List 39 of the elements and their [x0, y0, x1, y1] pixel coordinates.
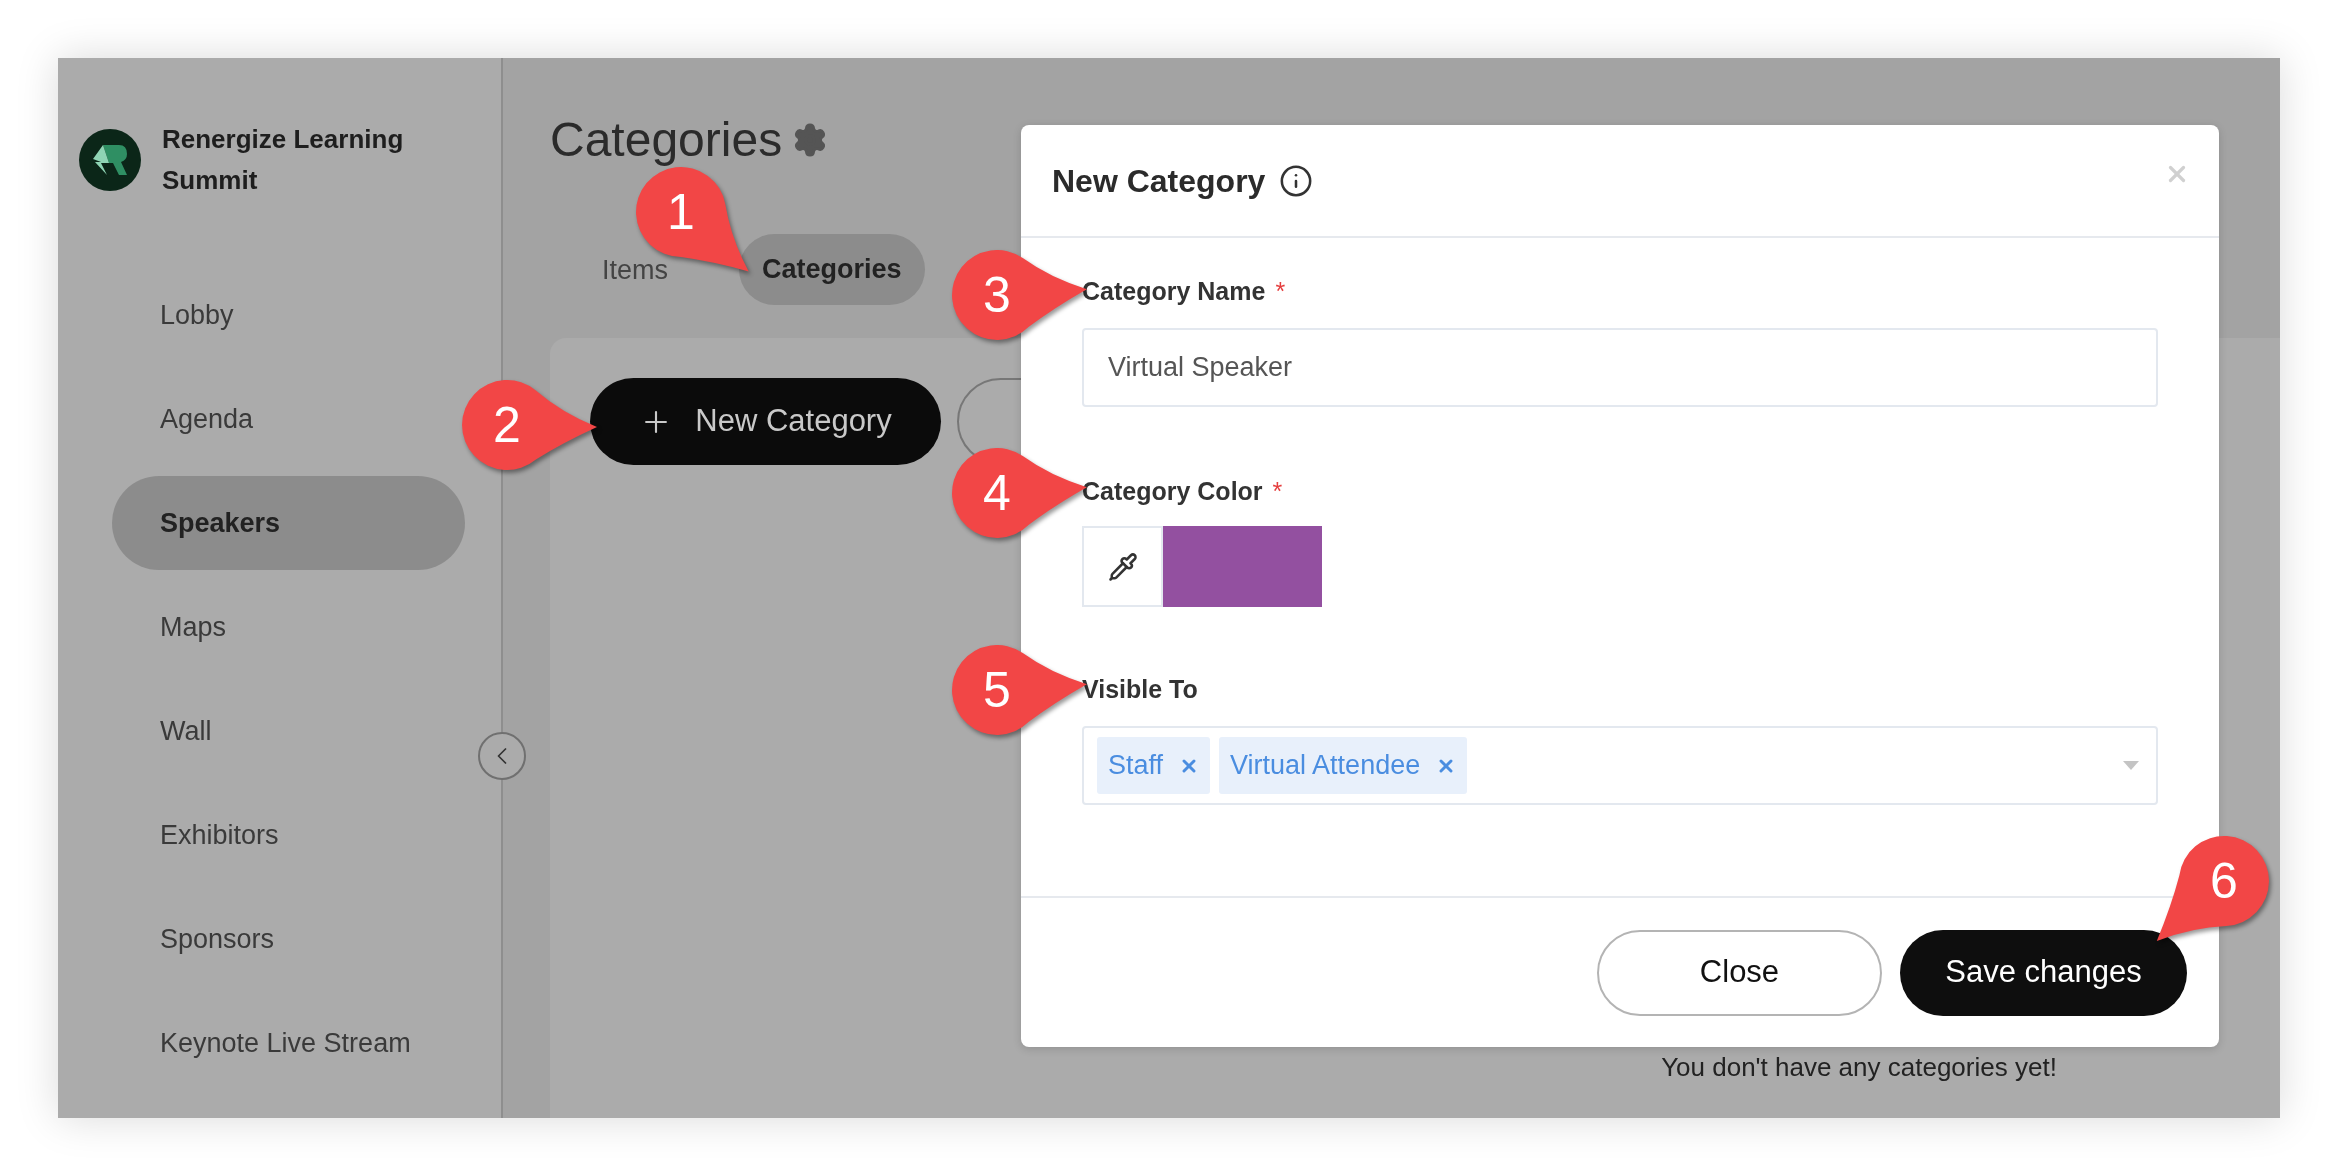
required-asterisk: * — [1275, 276, 1286, 308]
visible-to-select[interactable]: Staff Virtual Attendee — [1082, 726, 2158, 805]
save-button[interactable]: Save changes — [1900, 929, 2187, 1016]
required-asterisk: * — [1272, 476, 1283, 508]
sidebar-item[interactable]: Exhibitors — [112, 788, 465, 882]
callout-number: 3 — [983, 270, 1011, 320]
category-name-field[interactable]: Virtual Speaker — [1082, 328, 2158, 407]
callout-number: 4 — [983, 468, 1011, 518]
sidebar-item[interactable]: Speakers — [112, 476, 465, 570]
sidebar-item[interactable]: Sponsors — [112, 892, 465, 986]
callout-number: 2 — [493, 400, 521, 450]
info-icon[interactable] — [1279, 163, 1314, 198]
sidebar-item[interactable]: Keynote Live Stream — [112, 996, 465, 1090]
field-label: Category Name — [1082, 276, 1266, 308]
color-swatch[interactable] — [1163, 526, 1322, 607]
new-category-button[interactable]: New Category — [590, 378, 941, 465]
event-title: Renergize Learning Summit — [162, 123, 405, 197]
callout-number: 6 — [2210, 856, 2238, 906]
sidebar-item[interactable]: Agenda — [112, 372, 465, 466]
page-title: Categories — [550, 112, 783, 168]
close-button[interactable]: Close — [1597, 929, 1882, 1016]
field-label: Category Color — [1082, 476, 1263, 508]
eyedropper-icon — [1107, 551, 1138, 582]
collapse-button[interactable] — [478, 732, 526, 780]
dropdown-caret-icon[interactable] — [2123, 761, 2139, 770]
logo-icon — [79, 129, 141, 191]
sidebar-item[interactable]: Wall — [112, 684, 465, 778]
sidebar-item[interactable]: Maps — [112, 580, 465, 674]
tag-label: Virtual Attendee — [1230, 749, 1421, 783]
callout-number: 1 — [667, 187, 695, 237]
empty-message: You don't have any categories yet! — [1661, 1052, 2057, 1082]
dialog-title: New Category — [1052, 161, 1266, 201]
tab[interactable]: Categories — [739, 234, 925, 305]
sidebar-item[interactable]: Lobby — [112, 268, 465, 362]
eyedropper-button[interactable] — [1082, 526, 1163, 607]
field-label: Visible To — [1082, 674, 1198, 706]
callout-number: 5 — [983, 665, 1011, 715]
tag-label: Staff — [1108, 749, 1164, 783]
tab[interactable]: Items — [602, 253, 668, 286]
